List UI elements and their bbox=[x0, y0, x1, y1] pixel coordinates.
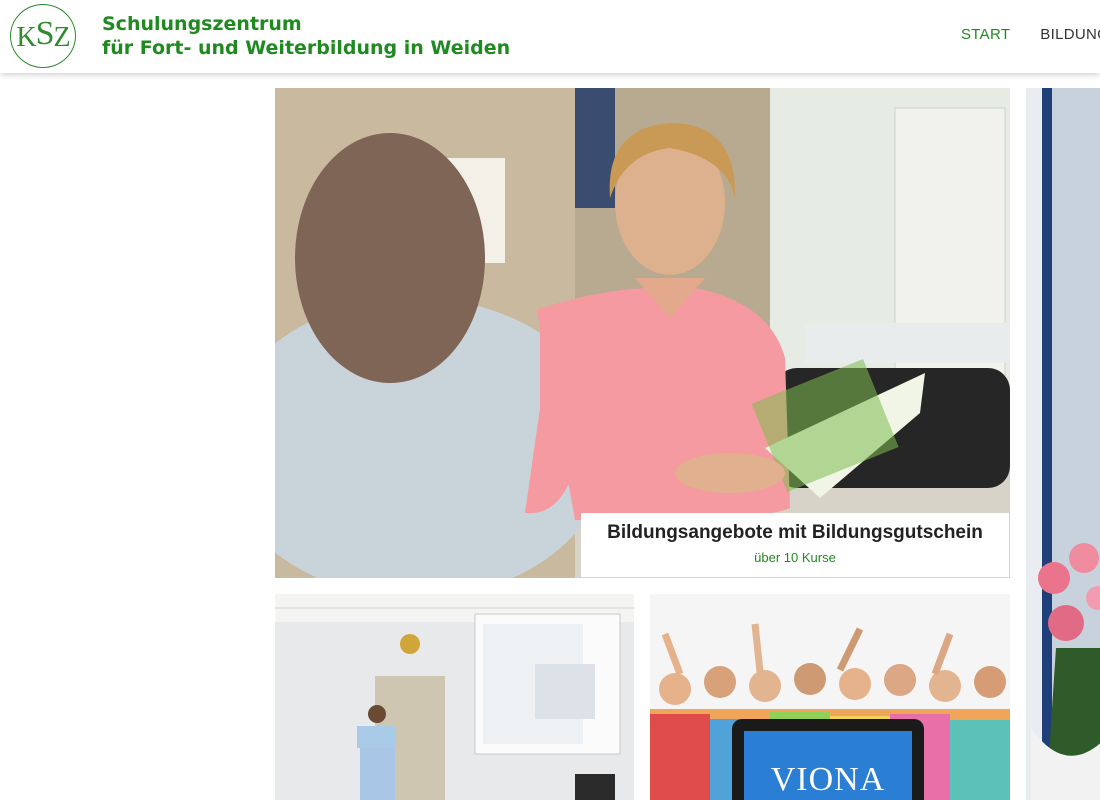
nav-bildungsangebote[interactable]: BILDUNGSANGEBOTE bbox=[1040, 26, 1100, 43]
nav-start[interactable]: START bbox=[961, 26, 1010, 43]
title-line-2: für Fort- und Weiterbildung in Weiden bbox=[102, 37, 511, 59]
hero-photo bbox=[275, 88, 1010, 578]
logo-text: KSZ bbox=[16, 15, 70, 53]
hero-caption[interactable]: Bildungsangebote mit Bildungsgutschein ü… bbox=[581, 513, 1009, 577]
hero-tile[interactable]: Bildungsangebote mit Bildungsgutschein ü… bbox=[275, 88, 1010, 578]
classroom-photo bbox=[275, 594, 634, 800]
tablet-screen: VIONA bbox=[744, 731, 912, 800]
classroom-tile[interactable] bbox=[275, 594, 634, 800]
ksz-logo[interactable]: KSZ bbox=[10, 4, 76, 68]
viona-tile[interactable]: VIONA bbox=[650, 594, 1010, 800]
tablet-device: VIONA bbox=[732, 719, 924, 800]
site-title[interactable]: Schulungszentrum für Fort- und Weiterbil… bbox=[102, 12, 510, 60]
side-tile[interactable] bbox=[1026, 88, 1100, 800]
site-header: KSZ Schulungszentrum für Fort- und Weite… bbox=[0, 0, 1100, 73]
flowers-photo bbox=[1026, 88, 1100, 800]
hero-subtitle: über 10 Kurse bbox=[754, 550, 836, 565]
hero-title: Bildungsangebote mit Bildungsgutschein bbox=[607, 522, 983, 543]
title-line-1: Schulungszentrum bbox=[102, 13, 302, 35]
viona-logo: VIONA bbox=[770, 761, 886, 798]
main-nav: START BILDUNGSANGEBOTE bbox=[961, 26, 1100, 43]
